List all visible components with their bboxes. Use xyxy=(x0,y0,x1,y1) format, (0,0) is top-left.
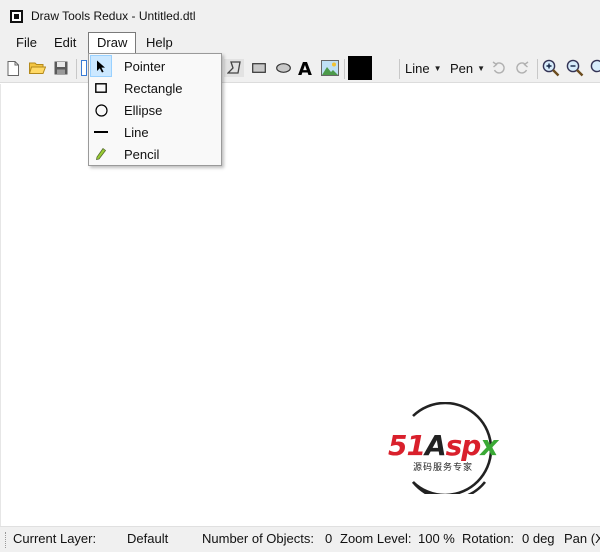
color-swatch xyxy=(348,56,372,80)
objects-label: Number of Objects: xyxy=(202,531,314,546)
toolbar-separator xyxy=(399,59,400,79)
toolbar-separator xyxy=(537,59,538,79)
menu-item-rectangle[interactable]: Rectangle xyxy=(89,77,221,99)
zoom-label: Zoom Level: xyxy=(340,531,412,546)
pen-dropdown[interactable]: Pen ▼ xyxy=(450,59,488,77)
save-icon[interactable] xyxy=(52,59,69,77)
menu-item-label: Line xyxy=(124,124,149,140)
menu-item-label: Pointer xyxy=(124,58,166,74)
menu-item-ellipse[interactable]: Ellipse xyxy=(89,99,221,121)
menu-item-line[interactable]: Line xyxy=(89,121,221,143)
menu-item-label: Pencil xyxy=(124,146,160,162)
logo-subtitle: 源码服务专家 xyxy=(413,462,474,472)
chevron-down-icon: ▼ xyxy=(433,63,442,73)
grip-handle xyxy=(5,532,8,548)
undo-icon[interactable] xyxy=(490,59,508,77)
menu-draw[interactable]: Draw xyxy=(88,32,137,54)
menu-edit[interactable]: Edit xyxy=(46,32,84,54)
open-folder-icon[interactable] xyxy=(27,59,47,77)
menu-help[interactable]: Help xyxy=(138,32,181,54)
watermark-logo: 51Aspx 源码服务专家 xyxy=(385,401,515,501)
redo-icon[interactable] xyxy=(513,59,531,77)
app-icon xyxy=(10,9,23,23)
toolbar-separator xyxy=(76,59,77,79)
chevron-down-icon: ▼ xyxy=(477,63,486,73)
menu-item-pointer[interactable]: Pointer xyxy=(89,55,221,77)
menu-file[interactable]: File xyxy=(8,32,45,54)
status-bar: Current Layer: Default Number of Objects… xyxy=(0,526,600,552)
svg-text:A: A xyxy=(298,59,312,77)
window-title: Draw Tools Redux - Untitled.dtl xyxy=(31,9,196,23)
objects-value: 0 xyxy=(325,531,333,546)
rectangle-icon xyxy=(90,77,112,99)
title-bar: Draw Tools Redux - Untitled.dtl xyxy=(0,0,600,32)
fill-color-swatch[interactable] xyxy=(348,56,372,80)
layer-label: Current Layer: xyxy=(13,531,97,546)
toolbar-separator xyxy=(344,59,345,79)
rectangle-icon[interactable] xyxy=(249,59,269,77)
menu-item-pencil[interactable]: Pencil xyxy=(89,143,221,165)
line-style-dropdown[interactable]: Line ▼ xyxy=(405,59,445,77)
pan-label: Pan (X xyxy=(564,531,600,546)
layer-value: Default xyxy=(127,531,169,546)
zoom-out-icon[interactable] xyxy=(565,59,585,77)
zoom-reset-icon[interactable] xyxy=(588,59,600,77)
zoom-in-icon[interactable] xyxy=(541,59,561,77)
line-style-label: Line xyxy=(405,60,430,76)
text-icon[interactable]: A xyxy=(296,59,316,77)
menu-bar: File Edit Draw Help xyxy=(0,32,600,54)
pointer-icon xyxy=(90,55,112,77)
menu-item-label: Ellipse xyxy=(124,102,163,118)
new-file-icon[interactable] xyxy=(5,59,21,77)
polygon-icon[interactable] xyxy=(224,59,244,77)
logo-text: 51Aspx xyxy=(388,429,498,462)
rotation-label: Rotation: xyxy=(462,531,515,546)
pen-label: Pen xyxy=(450,60,474,76)
image-icon[interactable] xyxy=(320,59,340,77)
pencil-icon xyxy=(90,143,112,165)
zoom-value: 100 % xyxy=(418,531,455,546)
draw-menu: Pointer Rectangle Ellipse Line Pencil xyxy=(88,53,222,166)
line-icon xyxy=(90,121,112,143)
menu-item-label: Rectangle xyxy=(124,80,183,96)
pointer-tool-icon[interactable] xyxy=(80,59,88,77)
ellipse-icon xyxy=(90,99,112,121)
ellipse-icon[interactable] xyxy=(273,59,293,77)
rotation-value: 0 deg xyxy=(522,531,555,546)
